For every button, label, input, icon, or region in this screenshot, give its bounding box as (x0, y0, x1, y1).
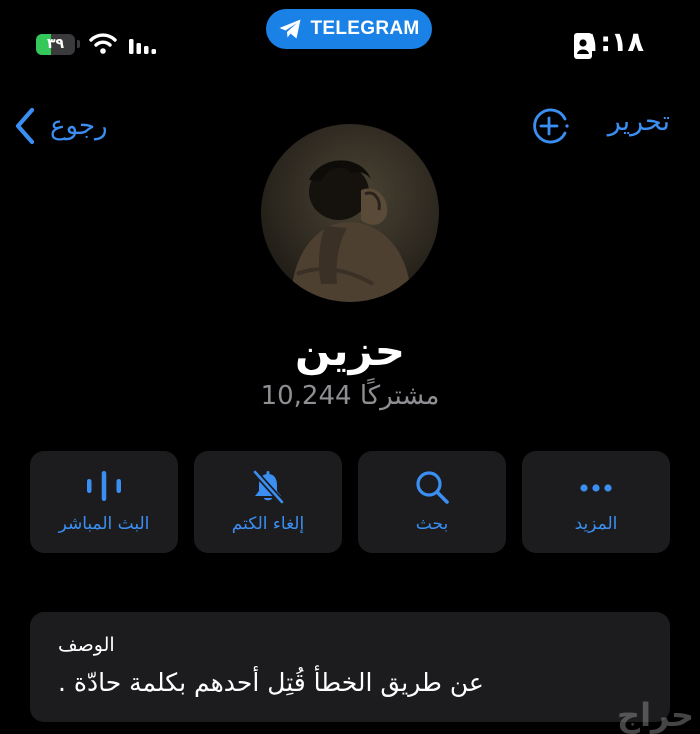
description-label: الوصف (58, 634, 115, 656)
more-label: المزيد (574, 514, 618, 534)
subscriber-count: 10,244 مشتركًا (260, 381, 440, 411)
wifi-icon (89, 33, 117, 54)
live-stream-label: البث المباشر (58, 514, 150, 534)
live-stream-icon (87, 471, 121, 501)
live-stream-button[interactable]: البث المباشر (30, 451, 178, 553)
battery-cap (77, 40, 80, 48)
channel-avatar[interactable] (261, 124, 439, 302)
more-icon (580, 484, 612, 492)
telegram-pill[interactable]: TELEGRAM (266, 9, 432, 49)
more-button[interactable]: المزيد (522, 451, 670, 553)
back-button[interactable]: رجوع (14, 104, 108, 148)
telegram-pill-label: TELEGRAM (310, 18, 420, 39)
battery-icon: ٣٩ (36, 33, 80, 55)
avatar-photo (261, 124, 439, 302)
action-buttons: البث المباشر إلغاء الكتم بحث المزيد (30, 451, 670, 553)
edit-button[interactable]: تحرير (608, 106, 670, 137)
channel-name: حزين (295, 326, 405, 375)
description-text: عن طريق الخطأ قُتِل أحدهم بكلمة حادّة . (58, 668, 484, 697)
add-circle-icon (533, 108, 569, 144)
cellular-signal-icon (129, 39, 156, 54)
search-label: بحث (415, 514, 449, 534)
unmute-label: إلغاء الكتم (231, 514, 305, 534)
status-time: ١:١٨ (583, 27, 644, 58)
add-button[interactable] (531, 106, 571, 150)
status-bar: ٣٩ TELEGRAM ١:١٨ (0, 0, 700, 80)
chevron-left-icon (15, 107, 35, 145)
search-icon (416, 471, 449, 504)
search-button[interactable]: بحث (358, 451, 506, 553)
telegram-icon (279, 19, 301, 39)
watermark-logo: حراج (617, 696, 694, 734)
description-card: الوصف عن طريق الخطأ قُتِل أحدهم بكلمة حا… (30, 612, 670, 722)
battery-body: ٣٩ (36, 33, 76, 55)
unmute-button[interactable]: إلغاء الكتم (194, 451, 342, 553)
battery-percent: ٣٩ (46, 36, 65, 52)
muted-bell-icon (252, 469, 285, 505)
back-label: رجوع (50, 111, 108, 141)
